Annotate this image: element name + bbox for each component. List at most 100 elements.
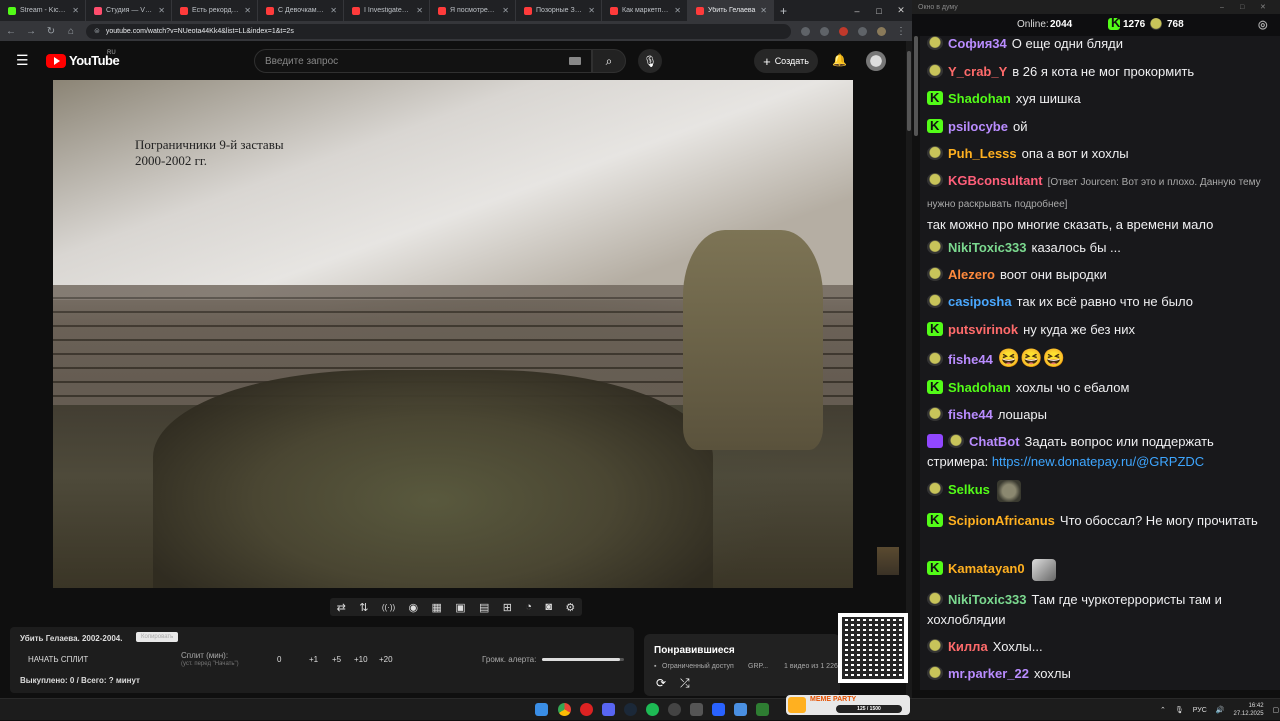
- frame-icon[interactable]: ▣: [455, 601, 465, 614]
- add-10-button[interactable]: +10: [354, 655, 368, 664]
- steam-icon[interactable]: [624, 703, 637, 716]
- opera-icon[interactable]: [580, 703, 593, 716]
- chat-nick[interactable]: fishe44: [948, 352, 993, 367]
- discord-icon[interactable]: [602, 703, 615, 716]
- donate-link[interactable]: https://new.donatepay.ru/@GRPZDC: [992, 454, 1204, 469]
- settings-gear-icon[interactable]: ⚙: [565, 601, 575, 614]
- menu-icon[interactable]: ☰: [16, 52, 29, 69]
- extension-icon[interactable]: [839, 26, 848, 36]
- chat-nick[interactable]: Килла: [948, 639, 988, 654]
- volume-icon[interactable]: 🔊: [1216, 706, 1225, 714]
- start-split-button[interactable]: НАЧАТЬ СПЛИТ: [28, 655, 88, 664]
- close-tab-icon[interactable]: ✕: [72, 6, 79, 15]
- chat-nick[interactable]: psilocybe: [948, 119, 1008, 134]
- calendar-icon[interactable]: ▦: [431, 601, 441, 614]
- more-menu-icon[interactable]: ⋮: [896, 26, 906, 37]
- chat-nick[interactable]: fishe44: [948, 407, 993, 422]
- playlist-author[interactable]: GRP...: [748, 663, 768, 670]
- notifications-icon[interactable]: ▢: [1273, 706, 1280, 714]
- clock[interactable]: 16:42 27.12.2025: [1234, 702, 1264, 718]
- chrome-icon[interactable]: [558, 703, 571, 716]
- loop-playlist-icon[interactable]: ⟳: [656, 676, 666, 690]
- tab-yt-3[interactable]: I Investigated Mini✕: [344, 0, 430, 21]
- youtube-logo-icon[interactable]: [46, 54, 66, 68]
- tab-vk[interactable]: Студия — VK Видео✕: [86, 0, 172, 21]
- copy-button[interactable]: Копировать: [136, 632, 179, 642]
- close-window-button[interactable]: ✕: [890, 5, 912, 16]
- add-box-icon[interactable]: ⊞: [503, 601, 512, 614]
- maximize-button[interactable]: □: [1240, 4, 1260, 11]
- notifications-bell-icon[interactable]: 🔔: [832, 53, 847, 67]
- back-button[interactable]: ←: [6, 26, 16, 37]
- extension-icon[interactable]: [820, 26, 829, 36]
- tab-active[interactable]: Убить Гелаева ✕: [688, 0, 774, 21]
- chat-nick[interactable]: Shadohan: [948, 91, 1011, 106]
- home-button[interactable]: ⌂: [66, 26, 76, 37]
- add-5-button[interactable]: +5: [332, 655, 341, 664]
- add-1-button[interactable]: +1: [309, 655, 318, 664]
- chat-nick[interactable]: ChatBot: [969, 434, 1020, 449]
- tab-yt-4[interactable]: Я посмотрел все с✕: [430, 0, 516, 21]
- speed-icon[interactable]: ◔: [525, 601, 532, 613]
- search-input[interactable]: Введите запрос: [254, 49, 592, 73]
- close-tab-icon[interactable]: ✕: [760, 6, 767, 15]
- playlist-title[interactable]: Понравившиеся: [654, 645, 735, 656]
- chat-nick[interactable]: ScipionAfricanus: [948, 513, 1055, 528]
- create-button[interactable]: + Создать: [754, 49, 818, 73]
- reload-button[interactable]: ↻: [46, 26, 56, 37]
- shuffle-icon[interactable]: ⤮: [680, 676, 690, 691]
- close-tab-icon[interactable]: ✕: [416, 6, 423, 15]
- close-tab-icon[interactable]: ✕: [330, 6, 337, 15]
- app-icon[interactable]: [690, 703, 703, 716]
- minimize-button[interactable]: –: [1220, 4, 1240, 11]
- maximize-button[interactable]: □: [868, 6, 890, 16]
- chat-nick[interactable]: Alezero: [948, 267, 995, 282]
- windows-start-icon[interactable]: [535, 703, 548, 716]
- search-button[interactable]: ⌕: [592, 49, 626, 73]
- minimize-button[interactable]: –: [846, 6, 868, 16]
- forward-button[interactable]: →: [26, 26, 36, 37]
- new-tab-button[interactable]: +: [780, 4, 787, 18]
- tab-yt-6[interactable]: Как маркетплейсы✕: [602, 0, 688, 21]
- language-indicator[interactable]: РУС: [1193, 707, 1207, 714]
- keyboard-icon[interactable]: [569, 57, 581, 65]
- eye-icon[interactable]: ◉: [409, 601, 419, 614]
- spotify-icon[interactable]: [646, 703, 659, 716]
- chat-settings-icon[interactable]: ◎: [1258, 18, 1268, 31]
- terminal-icon[interactable]: [756, 703, 769, 716]
- chat-nick[interactable]: Y_crab_Y: [948, 64, 1007, 79]
- close-tab-icon[interactable]: ✕: [588, 6, 595, 15]
- chat-nick[interactable]: Puh_Lesss: [948, 146, 1017, 161]
- chat-scrollbar[interactable]: [912, 36, 920, 690]
- url-field[interactable]: ⊜ youtube.com/watch?v=NUeota44Kk4&list=L…: [86, 23, 791, 39]
- sort-icon[interactable]: ⇅: [359, 601, 368, 614]
- avatar[interactable]: [866, 51, 886, 71]
- meme-party-widget[interactable]: MEME PARTY 125 / 1500: [786, 695, 910, 715]
- tray-expand-icon[interactable]: ⌃: [1160, 706, 1166, 714]
- close-tab-icon[interactable]: ✕: [158, 6, 165, 15]
- close-tab-icon[interactable]: ✕: [674, 6, 681, 15]
- site-info-icon[interactable]: ⊜: [94, 27, 100, 35]
- chat-nick[interactable]: NikiToxic333: [948, 592, 1027, 607]
- tab-yt-2[interactable]: С Девочками Бол✕: [258, 0, 344, 21]
- chat-nick[interactable]: putsvirinok: [948, 322, 1018, 337]
- scrollbar-thumb[interactable]: [907, 51, 911, 131]
- chat-nick[interactable]: Shadohan: [948, 380, 1011, 395]
- chat-nick[interactable]: Kamatayan0: [948, 561, 1025, 576]
- tray-mic-icon[interactable]: 🎙: [1175, 706, 1184, 714]
- tab-yt-1[interactable]: Есть рекорд! Перв✕: [172, 0, 258, 21]
- extension-icon[interactable]: [858, 26, 867, 36]
- alert-volume-slider[interactable]: [542, 658, 624, 661]
- add-20-button[interactable]: +20: [379, 655, 393, 664]
- list-icon[interactable]: ▤: [479, 601, 489, 614]
- loop-icon[interactable]: ⇄: [337, 601, 346, 614]
- chat-nick[interactable]: Selkus: [948, 482, 990, 497]
- close-window-button[interactable]: ✕: [1260, 3, 1280, 11]
- profile-avatar-icon[interactable]: [877, 26, 886, 36]
- chat-scrollbar-thumb[interactable]: [914, 36, 918, 136]
- close-tab-icon[interactable]: ✕: [244, 6, 251, 15]
- chat-nick[interactable]: KGBconsultant: [948, 173, 1043, 188]
- side-thumbnail[interactable]: [877, 547, 899, 575]
- chat-nick[interactable]: NikiToxic333: [948, 240, 1027, 255]
- broadcast-icon[interactable]: ((·)): [382, 603, 395, 612]
